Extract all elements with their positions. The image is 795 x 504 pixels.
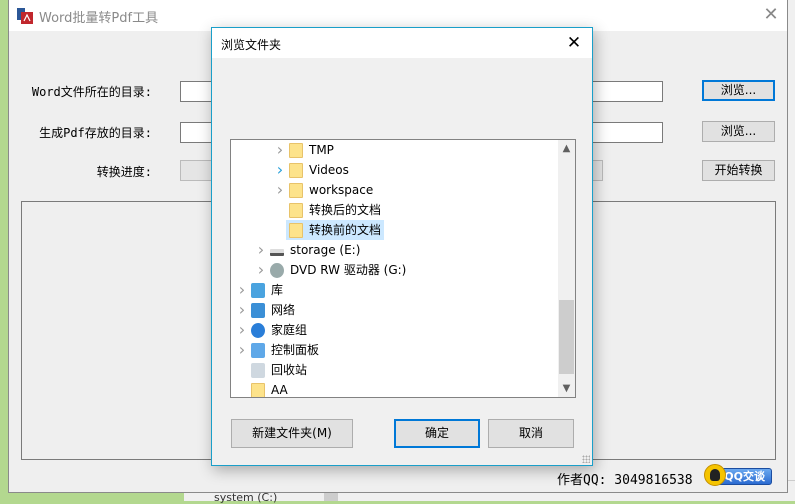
tree-item[interactable]: › TMP: [231, 140, 561, 160]
chevron-right-icon[interactable]: ›: [256, 240, 266, 260]
chevron-right-icon[interactable]: ›: [237, 340, 247, 360]
tree-item-label: Videos: [309, 163, 349, 177]
tree-item-label: DVD RW 驱动器 (G:): [290, 263, 407, 277]
tree-item[interactable]: › storage (E:): [231, 240, 561, 260]
tree-item-label: 家庭组: [271, 323, 308, 337]
tree-item-label: 控制面板: [271, 343, 320, 357]
tree-item[interactable]: › 家庭组: [231, 320, 561, 340]
app-icon: [17, 8, 33, 24]
folder-icon: [289, 183, 303, 198]
tree-item-label: 回收站: [271, 363, 308, 377]
tree-item[interactable]: 回收站: [231, 360, 561, 380]
qq-penguin-icon: [704, 464, 726, 486]
homegroup-icon: [251, 323, 265, 338]
control-panel-icon: [251, 343, 265, 358]
qq-chat-button[interactable]: QQ交谈: [704, 464, 772, 486]
tree-item[interactable]: 转换后的文档: [231, 200, 561, 220]
tree-item[interactable]: 转换前的文档: [231, 220, 561, 240]
browse-folder-dialog: 浏览文件夹 ✕ ▲ ▼ › TMP › Videos › workspace 转换后的文档转…: [211, 27, 593, 466]
tree-item[interactable]: › 网络: [231, 300, 561, 320]
tree-item[interactable]: › workspace: [231, 180, 561, 200]
chevron-right-icon[interactable]: ›: [237, 280, 247, 300]
browse-word-dir-button[interactable]: 浏览...: [702, 80, 775, 101]
dialog-title: 浏览文件夹: [221, 38, 282, 52]
word-dir-label: Word文件所在的目录:: [31, 85, 152, 99]
tree-item-label: workspace: [309, 183, 374, 197]
dialog-close-button[interactable]: ✕: [562, 31, 586, 55]
folder-icon: [289, 203, 303, 218]
ok-button[interactable]: 确定: [394, 419, 480, 448]
main-close-button[interactable]: ✕: [759, 4, 783, 28]
close-icon: ✕: [763, 4, 779, 25]
chevron-right-icon[interactable]: ›: [275, 180, 285, 200]
chevron-right-icon[interactable]: ›: [275, 160, 285, 180]
cancel-button[interactable]: 取消: [488, 419, 574, 448]
folder-tree[interactable]: ▲ ▼ › TMP › Videos › workspace 转换后的文档 转换前的文档 › st…: [230, 139, 576, 398]
progress-label: 转换进度:: [96, 165, 152, 179]
chevron-right-icon[interactable]: ›: [237, 300, 247, 320]
dvd-drive-icon: [270, 263, 284, 278]
pdf-dir-label: 生成Pdf存放的目录:: [39, 126, 152, 140]
folder-icon: [251, 383, 265, 397]
browse-pdf-dir-button[interactable]: 浏览...: [702, 121, 775, 142]
folder-icon: [289, 223, 303, 238]
tree-item-label: 网络: [271, 303, 296, 317]
chevron-right-icon[interactable]: ›: [256, 260, 266, 280]
chevron-right-icon[interactable]: ›: [275, 140, 285, 160]
dialog-title-bar: 浏览文件夹 ✕: [212, 28, 592, 58]
author-qq-text: 作者QQ: 3049816538: [557, 473, 693, 488]
tree-item[interactable]: › Videos: [231, 160, 561, 180]
close-icon: ✕: [566, 33, 582, 53]
resize-grip-icon[interactable]: [582, 455, 590, 463]
scroll-thumb[interactable]: [559, 300, 574, 374]
network-icon: [251, 303, 265, 318]
tree-item-label: TMP: [309, 143, 334, 157]
tree-item[interactable]: AA: [231, 380, 561, 397]
start-conversion-button[interactable]: 开始转换: [702, 160, 775, 181]
recycle-bin-icon: [251, 363, 265, 378]
tree-item[interactable]: › 库: [231, 280, 561, 300]
tree-item-label: storage (E:): [290, 243, 361, 257]
chevron-right-icon[interactable]: ›: [237, 320, 247, 340]
new-folder-button[interactable]: 新建文件夹(M): [231, 419, 353, 448]
folder-icon: [289, 143, 303, 158]
drive-icon: [270, 249, 284, 256]
tree-item-label: AA: [271, 383, 288, 397]
tree-item-label: 转换后的文档: [309, 203, 382, 217]
tree-item-label: 库: [271, 283, 284, 297]
folder-icon: [289, 163, 303, 178]
library-icon: [251, 283, 265, 298]
tree-item-label: 转换前的文档: [309, 223, 382, 237]
main-window-title: Word批量转Pdf工具: [39, 11, 159, 26]
tree-item[interactable]: › 控制面板: [231, 340, 561, 360]
tree-item[interactable]: › DVD RW 驱动器 (G:): [231, 260, 561, 280]
